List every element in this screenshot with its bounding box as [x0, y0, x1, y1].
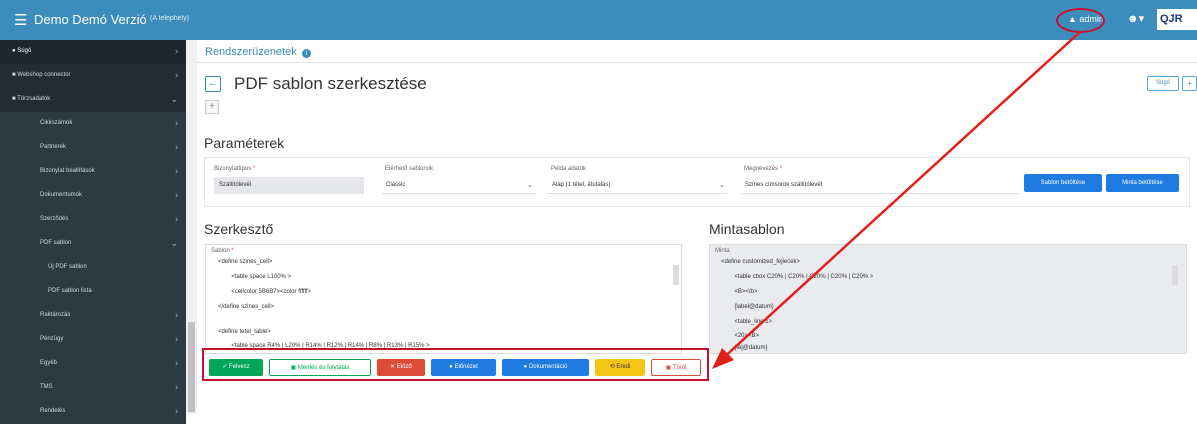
sidebar-item-new-pdf-template[interactable]: Új PDF sablon — [0, 256, 186, 280]
sidebar-item-pdf-template-list[interactable]: PDF sablon lista — [0, 280, 186, 304]
delete-button[interactable]: ▣ Töröl — [651, 359, 701, 376]
page-title: PDF sablon szerkesztése — [234, 74, 427, 93]
sidebar-item-documents[interactable]: Dokumentumok › — [0, 184, 186, 208]
chevron-down-icon: ⌄ — [527, 182, 533, 189]
action-buttons-highlight: ✓ Felvesz ▣ Mentés és folytatás ✕ Elöző … — [202, 348, 709, 381]
parameters-panel: Bizonylattípus * Szállítólevél Elérhető … — [204, 157, 1190, 207]
finalize-button[interactable]: ✓ Felvesz — [209, 359, 263, 376]
code-line: <define szines_cell> — [218, 259, 273, 265]
breadcrumb[interactable]: Rendszerüzenetek i — [205, 46, 311, 58]
settings-menu-icon[interactable]: ☻▾ — [1127, 12, 1144, 25]
sidebar: ● Súgó › ■ Webshop connector › ■ Törzsadat… — [0, 40, 197, 424]
code-line: <B></b> — [721, 289, 758, 295]
back-button[interactable]: ← — [205, 76, 221, 92]
sample-caption: Minta — [715, 248, 730, 254]
chevron-right-icon: › — [175, 46, 178, 56]
sidebar-item-orders[interactable]: Rendelés › — [0, 400, 186, 424]
top-navbar: ☰ Demo Demó Verzió (A telephely) ▲ admin… — [0, 0, 1197, 40]
app-subtitle: (A telephely) — [150, 15, 189, 22]
chevron-right-icon: › — [175, 118, 178, 128]
chevron-right-icon: › — [175, 166, 178, 176]
sidebar-item-tms[interactable]: TMS › — [0, 376, 186, 400]
chevron-down-icon: ⌄ — [170, 238, 178, 248]
name-label: Megnevezés * — [744, 166, 783, 172]
annotation-circle — [1056, 8, 1105, 33]
chevron-right-icon: › — [175, 190, 178, 200]
code-line: <table_line 1> — [721, 319, 773, 325]
sidebar-item-doc-settings[interactable]: Bizonylat beállítások › — [0, 160, 186, 184]
sample-viewer: Minta <define customized_fejlecek> <tabl… — [709, 244, 1187, 354]
load-sample-button[interactable]: Minta betöltése — [1106, 174, 1179, 192]
sidebar-item-finance[interactable]: Pénzügy › — [0, 328, 186, 352]
cancel-button[interactable]: ✕ Elöző — [377, 359, 425, 376]
code-line: {label@datum} — [721, 304, 774, 310]
doc-type-label: Bizonylattípus * — [214, 166, 256, 172]
chevron-right-icon: › — [175, 142, 178, 152]
sidebar-item-partners[interactable]: Partnerek › — [0, 136, 186, 160]
sidebar-item-pdf-template[interactable]: PDF sablon ⌄ — [0, 232, 186, 256]
sidebar-item-other[interactable]: Egyéb › — [0, 352, 186, 376]
sidebar-item-help[interactable]: ● Súgó › — [0, 40, 186, 64]
code-line: <define customized_fejlecek> — [721, 259, 801, 265]
available-templates-label: Elérhető sablonok — [385, 166, 434, 172]
chevron-right-icon: › — [175, 358, 178, 368]
preview-button[interactable]: ● Előnézet — [431, 359, 496, 376]
editor-scrollbar[interactable] — [673, 265, 679, 285]
chevron-down-icon: ⌄ — [719, 182, 725, 189]
load-template-button[interactable]: Sablon betöltése — [1024, 174, 1102, 192]
code-line: <20><B> — [721, 333, 760, 339]
divider — [197, 62, 1197, 63]
save-continue-button[interactable]: ▣ Mentés és folytatás — [269, 359, 371, 376]
example-data-label: Példa adatok — [551, 166, 587, 172]
restore-button[interactable]: ⟲ Eredi — [595, 359, 645, 376]
template-editor[interactable]: Sablon * <define szines_cell> <table spa… — [205, 244, 682, 354]
expand-button[interactable]: + — [1182, 76, 1197, 91]
available-templates-select[interactable]: Classic — [381, 177, 536, 194]
sample-title: Mintasablon — [709, 221, 785, 237]
code-line: {fej@datum} — [721, 345, 768, 351]
code-line: <table space L100% > — [218, 274, 292, 280]
example-data-select[interactable]: Alap (1 tétel, átutalás) — [547, 177, 727, 194]
code-line: <define tetel_table> — [218, 329, 271, 335]
code-line: <cellcolor 5B6B7><color ffffff> — [218, 289, 312, 295]
template-caption: Sablon * — [211, 248, 234, 254]
sidebar-item-warehouse[interactable]: Raktározás › — [0, 304, 186, 328]
info-icon: i — [301, 49, 311, 58]
documentation-button[interactable]: ● Dokumentáció — [502, 359, 589, 376]
help-button[interactable]: Súgó — [1147, 76, 1179, 91]
code-line: </define szines_cell> — [218, 304, 275, 310]
chevron-right-icon: › — [175, 310, 178, 320]
company-logo: QJR — [1157, 9, 1197, 30]
editor-title: Szerkesztő — [204, 221, 274, 237]
add-button[interactable]: + — [205, 100, 219, 114]
parameters-title: Paraméterek — [204, 135, 285, 151]
chevron-right-icon: › — [175, 382, 178, 392]
chevron-right-icon: › — [175, 334, 178, 344]
doc-type-field: Szállítólevél — [214, 177, 364, 194]
chevron-right-icon: › — [175, 406, 178, 416]
sidebar-item-webshop[interactable]: ■ Webshop connector › — [0, 64, 186, 88]
chevron-right-icon: › — [175, 70, 178, 80]
hamburger-menu-icon[interactable]: ☰ — [14, 11, 27, 29]
app-title: Demo Demó Verzió — [34, 12, 147, 27]
sidebar-item-master-data[interactable]: ■ Törzsadatok ⌄ — [0, 88, 186, 112]
sidebar-item-contracts[interactable]: Szerződés › — [0, 208, 186, 232]
chevron-down-icon: ⌄ — [170, 94, 178, 104]
name-field[interactable]: Színes címsorok szállítólevél — [740, 177, 1018, 194]
code-line: <table cbox C20% | C20% | C20% | C20% | … — [721, 274, 874, 280]
scrollbar-thumb[interactable] — [188, 322, 195, 412]
sample-scrollbar[interactable] — [1172, 265, 1178, 285]
sidebar-scrollbar[interactable] — [186, 40, 197, 414]
sidebar-item-items[interactable]: Cikkszámok › — [0, 112, 186, 136]
chevron-right-icon: › — [175, 214, 178, 224]
